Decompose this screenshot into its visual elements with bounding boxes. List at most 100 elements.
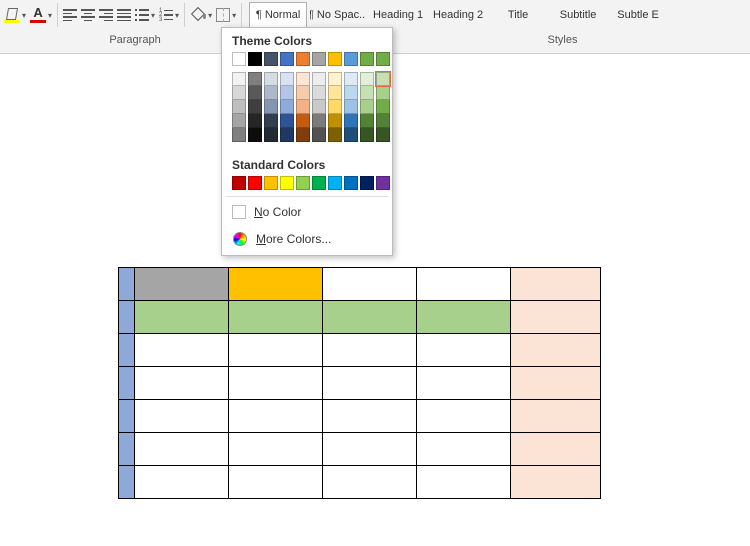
table-cell[interactable] [119,466,135,499]
color-swatch[interactable] [296,114,310,128]
table-cell[interactable] [229,268,323,301]
table-cell[interactable] [417,268,511,301]
align-center-button[interactable] [79,2,97,28]
color-swatch[interactable] [296,176,310,190]
color-swatch[interactable] [344,128,358,142]
table-cell[interactable] [135,433,229,466]
color-swatch[interactable] [264,114,278,128]
table-cell[interactable] [511,466,601,499]
table-cell[interactable] [229,466,323,499]
align-justify-button[interactable] [115,2,133,28]
style-subtitle[interactable]: Subtitle [549,2,607,28]
table-cell[interactable] [135,466,229,499]
color-swatch[interactable] [312,114,326,128]
color-swatch[interactable] [232,72,246,86]
table-cell[interactable] [229,301,323,334]
color-swatch[interactable] [280,72,294,86]
table-cell[interactable] [511,268,601,301]
color-swatch[interactable] [344,52,358,66]
table-cell[interactable] [323,433,417,466]
color-swatch[interactable] [264,100,278,114]
color-swatch[interactable] [232,128,246,142]
table-cell[interactable] [511,301,601,334]
color-swatch[interactable] [248,176,262,190]
color-swatch[interactable] [312,128,326,142]
style-heading1[interactable]: Heading 1 [369,2,427,28]
table-cell[interactable] [135,334,229,367]
color-swatch[interactable] [264,176,278,190]
color-swatch[interactable] [248,128,262,142]
align-right-button[interactable] [97,2,115,28]
color-swatch[interactable] [376,128,390,142]
color-swatch[interactable] [232,176,246,190]
color-swatch[interactable] [344,100,358,114]
color-swatch[interactable] [360,100,374,114]
color-swatch[interactable] [280,100,294,114]
table-cell[interactable] [119,400,135,433]
color-swatch[interactable] [344,176,358,190]
color-swatch[interactable] [376,86,390,100]
color-swatch[interactable] [280,52,294,66]
table-cell[interactable] [135,268,229,301]
table-cell[interactable] [119,334,135,367]
color-swatch[interactable] [280,128,294,142]
table-cell[interactable] [417,433,511,466]
numbering-button[interactable]: 123▾ [157,2,181,28]
color-swatch[interactable] [312,72,326,86]
table-cell[interactable] [229,433,323,466]
table-cell[interactable] [135,301,229,334]
color-swatch[interactable] [312,52,326,66]
table-cell[interactable] [323,400,417,433]
color-swatch[interactable] [376,72,390,86]
color-swatch[interactable] [232,52,246,66]
color-swatch[interactable] [360,128,374,142]
document-table[interactable] [118,267,601,499]
color-swatch[interactable] [264,72,278,86]
color-swatch[interactable] [248,100,262,114]
color-swatch[interactable] [248,114,262,128]
table-cell[interactable] [417,301,511,334]
color-swatch[interactable] [328,86,342,100]
color-swatch[interactable] [280,176,294,190]
color-swatch[interactable] [360,72,374,86]
color-swatch[interactable] [280,86,294,100]
color-swatch[interactable] [248,86,262,100]
color-swatch[interactable] [328,176,342,190]
table-cell[interactable] [417,334,511,367]
color-swatch[interactable] [248,52,262,66]
table-cell[interactable] [511,400,601,433]
style-title[interactable]: Title [489,2,547,28]
color-swatch[interactable] [232,114,246,128]
color-swatch[interactable] [312,176,326,190]
style-subtle-emphasis[interactable]: Subtle E [609,2,667,28]
table-cell[interactable] [119,301,135,334]
table-cell[interactable] [511,367,601,400]
no-color-item[interactable]: No Color [222,199,392,225]
table-cell[interactable] [417,367,511,400]
color-swatch[interactable] [360,86,374,100]
style-no-spacing[interactable]: ¶ No Spac... [309,2,367,28]
table-cell[interactable] [417,466,511,499]
color-swatch[interactable] [312,86,326,100]
style-normal[interactable]: ¶ Normal [249,2,307,28]
color-swatch[interactable] [328,128,342,142]
color-swatch[interactable] [344,86,358,100]
color-swatch[interactable] [264,128,278,142]
color-swatch[interactable] [344,72,358,86]
style-heading2[interactable]: Heading 2 [429,2,487,28]
font-color-button[interactable]: A▾ [28,2,54,28]
color-swatch[interactable] [264,52,278,66]
color-swatch[interactable] [296,52,310,66]
more-colors-item[interactable]: More Colors... [222,225,392,253]
color-swatch[interactable] [376,52,390,66]
color-swatch[interactable] [376,114,390,128]
table-cell[interactable] [511,433,601,466]
shading-button[interactable]: ▾ [188,2,214,28]
color-swatch[interactable] [328,114,342,128]
color-swatch[interactable] [328,72,342,86]
color-swatch[interactable] [328,52,342,66]
color-swatch[interactable] [296,128,310,142]
color-swatch[interactable] [312,100,326,114]
color-swatch[interactable] [376,100,390,114]
align-left-button[interactable] [61,2,79,28]
